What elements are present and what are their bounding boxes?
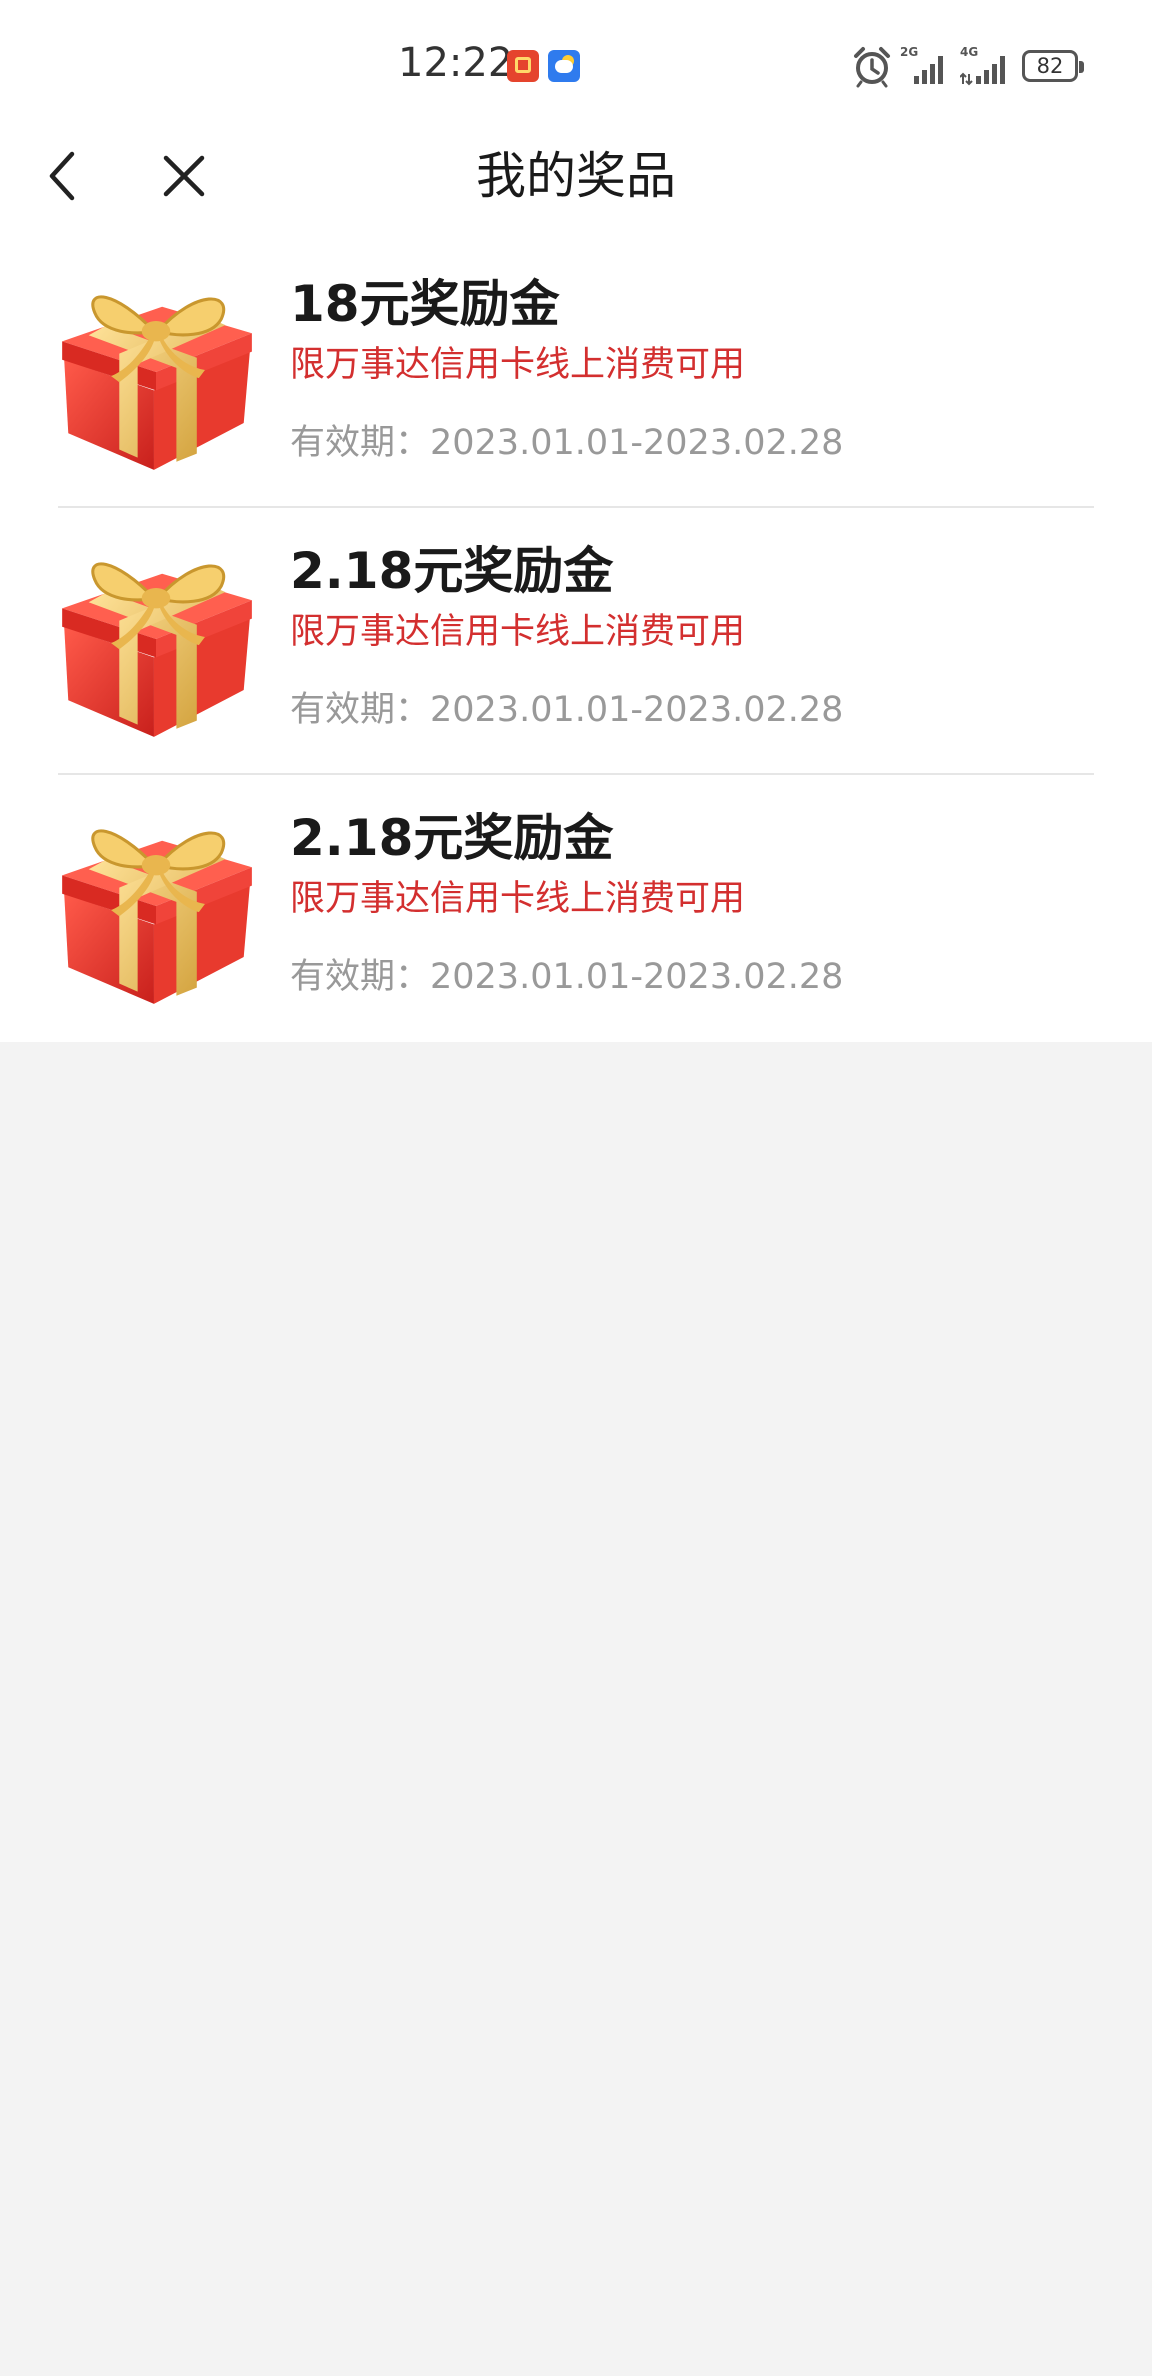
prize-title: 2.18元奖励金 (290, 809, 614, 867)
prize-title: 2.18元奖励金 (290, 542, 614, 600)
prize-description: 限万事达信用卡线上消费可用 (290, 879, 746, 919)
status-time: 12:22 (398, 40, 514, 86)
prize-validity: 有效期：2023.01.01-2023.02.28 (290, 957, 844, 997)
nav-bar: 我的奖品 (0, 130, 1152, 220)
app-notification-icon (507, 50, 539, 82)
prize-item[interactable]: 2.18元奖励金 限万事达信用卡线上消费可用 有效期：2023.01.01-20… (0, 507, 1152, 773)
page-title: 我的奖品 (476, 147, 676, 205)
prize-validity: 有效期：2023.01.01-2023.02.28 (290, 423, 844, 463)
battery-icon: 82 (1022, 50, 1084, 82)
weather-icon (548, 50, 580, 82)
gift-box-icon (62, 295, 252, 470)
prize-item[interactable]: 18元奖励金 限万事达信用卡线上消费可用 有效期：2023.01.01-2023… (0, 240, 1152, 506)
signal-4g-icon: 4G (960, 45, 1005, 86)
signal-2g-label: 2G (900, 45, 918, 59)
signal-2g-icon: 2G (900, 45, 943, 84)
divider (58, 506, 1094, 508)
prize-description: 限万事达信用卡线上消费可用 (290, 612, 746, 652)
alarm-icon (854, 47, 890, 88)
gift-box-icon (62, 562, 252, 737)
prize-description: 限万事达信用卡线上消费可用 (290, 345, 746, 385)
prize-item[interactable]: 2.18元奖励金 限万事达信用卡线上消费可用 有效期：2023.01.01-20… (0, 774, 1152, 1040)
divider (58, 773, 1094, 775)
status-bar: 12:22 2G 4G 82 (0, 0, 1152, 130)
prize-validity: 有效期：2023.01.01-2023.02.28 (290, 690, 844, 730)
gift-box-icon (62, 829, 252, 1004)
battery-level: 82 (1036, 54, 1064, 78)
prize-title: 18元奖励金 (290, 275, 560, 333)
signal-4g-label: 4G (960, 45, 978, 59)
